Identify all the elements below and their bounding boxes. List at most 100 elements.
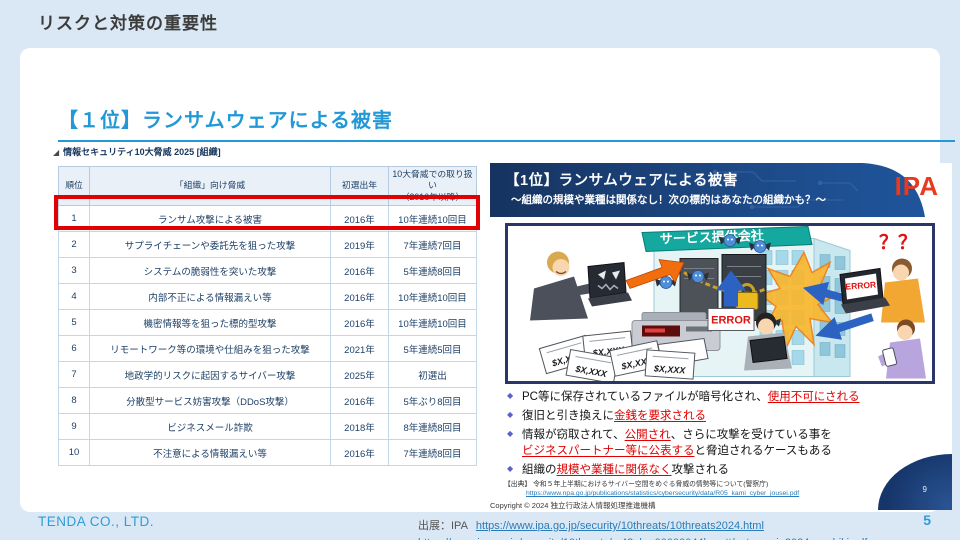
section-heading: 【１位】ランサムウェアによる被害 xyxy=(58,104,955,142)
bullet-text: PC等に保存されているファイルが暗号化され、 xyxy=(522,391,768,403)
bullet-text: 組織の xyxy=(522,464,557,476)
npa-source-note: 【出典】 令和５年上半期におけるサイバー空間をめぐる脅威の情勢等について(警察庁… xyxy=(504,480,799,498)
ipa-bullet: ◆復旧と引き換えに金銭を要求される xyxy=(507,408,941,424)
rank-cell: 1 xyxy=(59,206,90,232)
source-label: 出展：IPA xyxy=(418,520,468,532)
highlighted-text: 規模や業種に関係なく xyxy=(557,464,672,476)
page-title: リスクと対策の重要性 xyxy=(38,9,218,34)
rank-cell: 7 xyxy=(59,362,90,388)
ipa-slide-title: 【1位】ランサムウェアによる被害 xyxy=(505,169,738,190)
customer-with-phone xyxy=(878,320,926,379)
threat-cell: システムの脆弱性を突いた攻撃 xyxy=(90,258,331,284)
page-number: 5 xyxy=(923,512,931,528)
threat-cell: 機密情報等を狙った標的型攻撃 xyxy=(90,310,331,336)
caption-triangle-icon: ◢ xyxy=(53,148,59,157)
rank-cell: 5 xyxy=(59,310,90,336)
highlighted-text: 公開され xyxy=(625,429,671,441)
diamond-bullet-icon: ◆ xyxy=(507,463,513,474)
ipa-bullet: ◆ 組織の規模や業種に関係なく攻撃される xyxy=(507,462,941,478)
table-row: 10不注意による情報漏えい等2016年7年連続8回目 xyxy=(59,440,477,466)
history-cell: 10年連続10回目 xyxy=(389,206,477,232)
ipa-bullet-list: ◆PC等に保存されているファイルが暗号化され、使用不可にされる◆復旧と引き換えに… xyxy=(507,389,941,481)
bullet-text: 復旧と引き換えに xyxy=(522,410,614,422)
diamond-bullet-icon: ◆ xyxy=(507,428,513,439)
year-cell: 2016年 xyxy=(331,388,389,414)
ipa-slide-image: 【1位】ランサムウェアによる被害 ～組織の規模や業種は関係なし！次の標的はあなた… xyxy=(490,163,952,510)
svg-text:？？: ？？ xyxy=(879,233,917,254)
threat-cell: ランサム攻撃による被害 xyxy=(90,206,331,232)
history-cell: 7年連続7回目 xyxy=(389,232,477,258)
col-header-threat: 「組織」向け脅威 xyxy=(90,167,331,206)
footer-company: TENDA CO., LTD. xyxy=(38,514,154,529)
year-cell: 2018年 xyxy=(331,414,389,440)
history-cell: 5年連続5回目 xyxy=(389,336,477,362)
threat-cell: 地政学的リスクに起因するサイバー攻撃 xyxy=(90,362,331,388)
table-row: 6リモートワーク等の環境や仕組みを狙った攻撃2021年5年連続5回目 xyxy=(59,336,477,362)
year-cell: 2016年 xyxy=(331,206,389,232)
threat-cell: 不注意による情報漏えい等 xyxy=(90,440,331,466)
error-sign: ERROR xyxy=(708,309,754,331)
table-row: 2サプライチェーンや委託先を狙った攻撃2019年7年連続7回目 xyxy=(59,232,477,258)
table-caption-text: 情報セキュリティ10大脅威 2025 [組織] xyxy=(63,147,221,157)
bullet-text: 攻撃される xyxy=(672,464,730,476)
year-cell: 2016年 xyxy=(331,284,389,310)
source-links: 出展：IPA https://www.ipa.go.jp/security/10t… xyxy=(418,518,958,540)
rank-cell: 8 xyxy=(59,388,90,414)
ipa-logo: IPA xyxy=(895,171,939,202)
table-caption: ◢ 情報セキュリティ10大脅威 2025 [組織] xyxy=(53,145,221,158)
ipa-copyright: Copyright © 2024 独立行政法人情報処理推進機構 xyxy=(490,500,656,511)
threat-cell: ビジネスメール詐欺 xyxy=(90,414,331,440)
highlighted-text: 金銭を要求される xyxy=(614,410,706,422)
history-cell: 5年連続8回目 xyxy=(389,258,477,284)
npa-source-label: 【出典】 令和５年上半期におけるサイバー空間をめぐる脅威の情勢等について(警察庁… xyxy=(504,480,799,489)
content-card: 【１位】ランサムウェアによる被害 ◢情報セキュリティ10大脅威 2025 [組織… xyxy=(20,48,940,512)
table-row: 3システムの脆弱性を突いた攻撃2016年5年連続8回目 xyxy=(59,258,477,284)
ransomware-illustration-svg: サービス提供会社 xyxy=(508,226,932,381)
ipa-slide-subtitle: ～組織の規模や業種は関係なし！次の標的はあなたの組織かも？～ xyxy=(511,192,826,207)
npa-link: https://www.npa.go.jp/publications/stati… xyxy=(526,489,799,498)
year-cell: 2016年 xyxy=(331,440,389,466)
svg-text:ERROR: ERROR xyxy=(711,315,751,327)
threat-ranking-table: 順位 「組織」向け脅威 初選出年 10大脅威での取り扱い （2016年以降） 1… xyxy=(58,166,477,466)
table-row: 9ビジネスメール詐欺2018年8年連続8回目 xyxy=(59,414,477,440)
bullet-text: 、さらに攻撃を受けている事を xyxy=(671,429,832,441)
history-cell: 10年連続10回目 xyxy=(389,310,477,336)
rank-cell: 3 xyxy=(59,258,90,284)
year-cell: 2019年 xyxy=(331,232,389,258)
year-cell: 2016年 xyxy=(331,310,389,336)
threat-cell: リモートワーク等の環境や仕組みを狙った攻撃 xyxy=(90,336,331,362)
col-header-year: 初選出年 xyxy=(331,167,389,206)
year-cell: 2016年 xyxy=(331,258,389,284)
history-cell: 10年連続10回目 xyxy=(389,284,477,310)
table-row: 5機密情報等を狙った標的型攻撃2016年10年連続10回目 xyxy=(59,310,477,336)
slide-canvas: リスクと対策の重要性 【１位】ランサムウェアによる被害 ◢ 情報セキュリティ10大… xyxy=(0,0,960,540)
history-cell: 5年ぶり8回目 xyxy=(389,388,477,414)
ransomware-illustration: サービス提供会社 xyxy=(505,223,935,384)
year-cell: 2021年 xyxy=(331,336,389,362)
ipa-bullet: ◆情報が窃取されて、公開され、さらに攻撃を受けている事をビジネスパートナー等に公… xyxy=(507,427,941,459)
ipa-bullet: ◆PC等に保存されているファイルが暗号化され、使用不可にされる xyxy=(507,389,941,405)
ipa-page-number: 9 xyxy=(923,485,927,494)
history-cell: 8年連続8回目 xyxy=(389,414,477,440)
rank-cell: 9 xyxy=(59,414,90,440)
bullet-text: 情報が窃取されて、 xyxy=(522,429,625,441)
diamond-bullet-icon: ◆ xyxy=(507,390,513,401)
ipa-link-1[interactable]: https://www.ipa.go.jp/security/10threats… xyxy=(476,520,764,532)
threat-cell: 内部不正による情報漏えい等 xyxy=(90,284,331,310)
year-cell: 2025年 xyxy=(331,362,389,388)
confused-customer: ？？ ERROR xyxy=(840,233,925,323)
col-header-history: 10大脅威での取り扱い （2016年以降） xyxy=(389,167,477,206)
table-row: 1ランサム攻撃による被害2016年10年連続10回目 xyxy=(59,206,477,232)
rank-cell: 10 xyxy=(59,440,90,466)
rank-cell: 2 xyxy=(59,232,90,258)
history-cell: 7年連続8回目 xyxy=(389,440,477,466)
table-header-row: 順位 「組織」向け脅威 初選出年 10大脅威での取り扱い （2016年以降） xyxy=(59,167,477,206)
history-cell: 初選出 xyxy=(389,362,477,388)
bullet-text: と脅迫されるケースもある xyxy=(695,445,832,457)
table-row: 7地政学的リスクに起因するサイバー攻撃2025年初選出 xyxy=(59,362,477,388)
table-row: 8分散型サービス妨害攻撃（DDoS攻撃）2016年5年ぶり8回目 xyxy=(59,388,477,414)
table-row: 4内部不正による情報漏えい等2016年10年連続10回目 xyxy=(59,284,477,310)
attacker xyxy=(530,252,632,321)
rank-cell: 4 xyxy=(59,284,90,310)
svg-text:ERROR: ERROR xyxy=(845,279,876,291)
